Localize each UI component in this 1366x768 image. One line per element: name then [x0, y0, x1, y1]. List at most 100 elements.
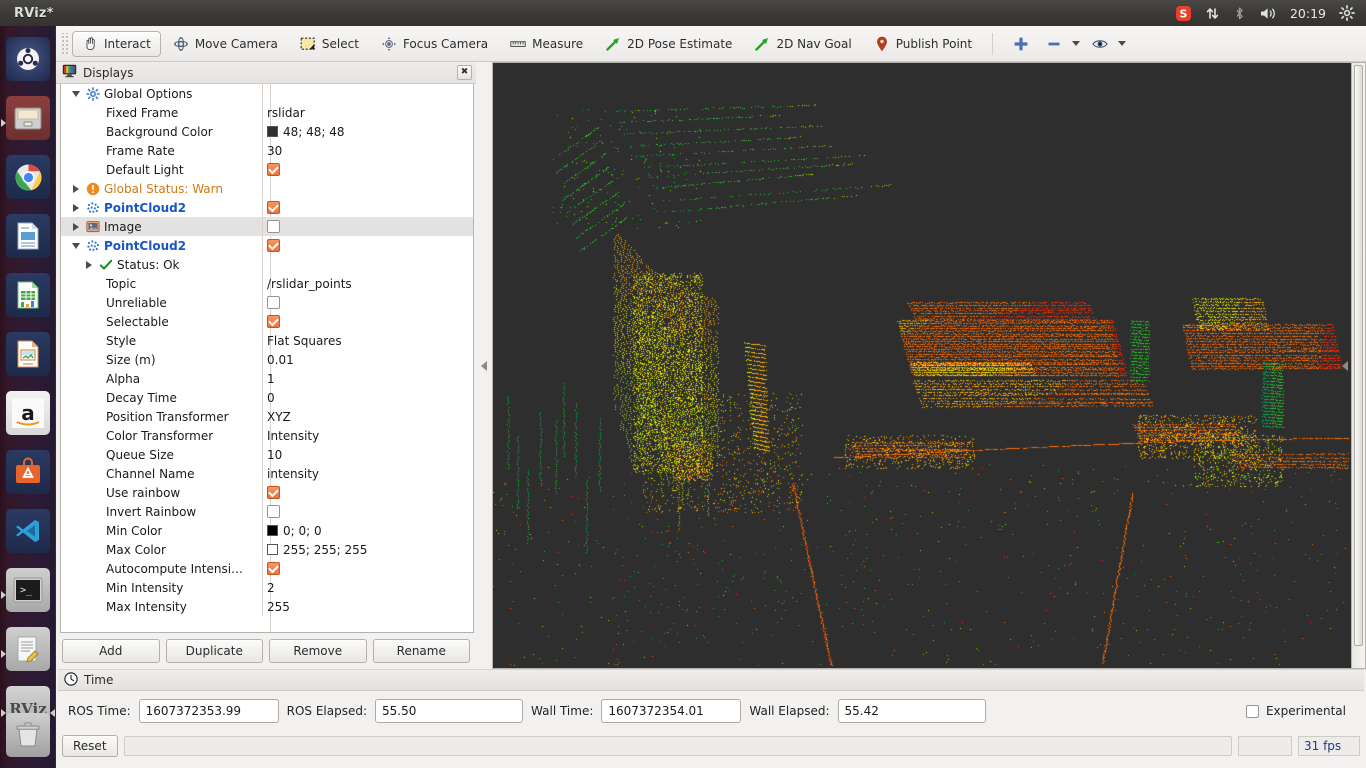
tree-row-value-cell[interactable]: 30: [262, 141, 473, 160]
tree-row-value-cell[interactable]: Flat Squares: [262, 331, 473, 350]
tree-row-min-intensity[interactable]: Min Intensity 2: [61, 578, 473, 597]
launcher-item-trash[interactable]: [0, 708, 56, 762]
volume-icon[interactable]: [1259, 0, 1277, 26]
view-scrollbar[interactable]: [1351, 63, 1365, 668]
chevron-right-icon[interactable]: [82, 260, 95, 269]
tool-measure-button[interactable]: Measure: [500, 31, 593, 57]
tree-row-global-status-warn[interactable]: Global Status: Warn: [61, 179, 473, 198]
tool-pose-estimate-button[interactable]: 2D Pose Estimate: [595, 31, 742, 57]
add-tool-button[interactable]: [1003, 31, 1039, 57]
chevron-down-icon[interactable]: [1118, 41, 1127, 46]
tree-row-checkbox[interactable]: [267, 220, 280, 233]
tool-interact-button[interactable]: Interact: [72, 30, 161, 57]
wall-elapsed-input[interactable]: 55.42: [837, 699, 986, 723]
color-swatch[interactable]: [267, 544, 278, 555]
tree-row-decay-time[interactable]: Decay Time 0: [61, 388, 473, 407]
duplicate-display-button[interactable]: Duplicate: [165, 639, 263, 663]
launcher-item-libreoffice-writer[interactable]: [0, 214, 56, 268]
right-panel-splitter[interactable]: [1339, 63, 1351, 668]
launcher-item-ubuntu-dash[interactable]: [0, 37, 56, 91]
tree-row-max-intensity[interactable]: Max Intensity 255: [61, 597, 473, 616]
wall-time-input[interactable]: 1607372354.01: [601, 699, 742, 723]
ros-elapsed-input[interactable]: 55.50: [375, 699, 524, 723]
bluetooth-icon[interactable]: [1233, 0, 1246, 26]
rename-display-button[interactable]: Rename: [372, 639, 470, 663]
tree-row-topic[interactable]: Topic/rslidar_points: [61, 274, 473, 293]
tree-row-checkbox[interactable]: [267, 562, 280, 575]
tree-row-value-cell[interactable]: 1: [262, 369, 473, 388]
tree-row-max-color[interactable]: Max Color 255; 255; 255: [61, 540, 473, 559]
tree-row-style[interactable]: Style Flat Squares: [61, 331, 473, 350]
tree-row-status-ok[interactable]: Status: Ok: [61, 255, 473, 274]
tree-row-checkbox[interactable]: [267, 163, 280, 176]
tree-row-min-color[interactable]: Min Color 0; 0; 0: [61, 521, 473, 540]
tool-nav-goal-button[interactable]: 2D Nav Goal: [744, 31, 861, 57]
chevron-down-icon[interactable]: [69, 90, 82, 97]
launcher-item-libreoffice-calc[interactable]: [0, 273, 56, 327]
tree-row-position-transformer[interactable]: Position Transformer XYZ: [61, 407, 473, 426]
tree-row-checkbox[interactable]: [267, 239, 280, 252]
render-view-3d[interactable]: [492, 62, 1366, 669]
launcher-item-text-editor[interactable]: [0, 627, 56, 681]
panel-splitter[interactable]: [476, 62, 492, 669]
chevron-down-icon[interactable]: [1072, 41, 1081, 46]
tree-row-image[interactable]: Image: [61, 217, 473, 236]
tree-row-value-cell[interactable]: [262, 160, 473, 179]
tool-move-camera-button[interactable]: Move Camera: [163, 31, 288, 57]
scrollbar-thumb[interactable]: [1354, 65, 1363, 646]
tree-row-value-cell[interactable]: 255: [262, 597, 473, 616]
tree-row-queue-size[interactable]: Queue Size 10: [61, 445, 473, 464]
tree-row-value-cell[interactable]: [262, 198, 473, 217]
remove-display-button[interactable]: Remove: [269, 639, 367, 663]
launcher-item-files[interactable]: [0, 96, 56, 150]
tree-row-channel-name[interactable]: Channel Name intensity: [61, 464, 473, 483]
close-icon[interactable]: ✖: [457, 65, 472, 80]
tree-row-checkbox[interactable]: [267, 505, 280, 518]
tree-row-value-cell[interactable]: 0: [262, 388, 473, 407]
tree-row-value-cell[interactable]: rslidar: [262, 103, 473, 122]
tool-select-button[interactable]: Select: [290, 31, 369, 57]
experimental-toggle[interactable]: Experimental: [1245, 704, 1354, 718]
tree-row-alpha[interactable]: Alpha 1: [61, 369, 473, 388]
tree-row-fixed-frame[interactable]: Fixed Frame rslidar: [61, 103, 473, 122]
splitter-expand-icon[interactable]: [1342, 360, 1348, 371]
pointcloud-canvas[interactable]: [493, 63, 1349, 666]
tree-row-checkbox[interactable]: [267, 486, 280, 499]
experimental-checkbox[interactable]: [1245, 704, 1259, 718]
tree-row-size-m[interactable]: Size (m) 0.01: [61, 350, 473, 369]
launcher-item-vscode[interactable]: [0, 509, 56, 563]
tree-row-value-cell[interactable]: [262, 559, 473, 578]
tree-row-value-cell[interactable]: 2: [262, 578, 473, 597]
tool-focus-camera-button[interactable]: Focus Camera: [371, 31, 498, 57]
chevron-down-icon[interactable]: [69, 242, 82, 249]
tree-row-autocompute-intensity[interactable]: Autocompute Intensi…: [61, 559, 473, 578]
tree-row-checkbox[interactable]: [267, 296, 280, 309]
tree-row-value-cell[interactable]: 10: [262, 445, 473, 464]
tree-row-value-cell[interactable]: [262, 236, 473, 255]
ros-time-input[interactable]: 1607372353.99: [138, 699, 279, 723]
tree-row-value-cell[interactable]: [262, 312, 473, 331]
tree-row-value-cell[interactable]: intensity: [262, 464, 473, 483]
chevron-right-icon[interactable]: [69, 203, 82, 212]
visibility-button[interactable]: [1087, 31, 1131, 57]
chevron-right-icon[interactable]: [69, 222, 82, 231]
tree-row-background-color[interactable]: Background Color 48; 48; 48: [61, 122, 473, 141]
tree-row-invert-rainbow[interactable]: Invert Rainbow: [61, 502, 473, 521]
tree-row-global-options[interactable]: Global Options: [61, 84, 473, 103]
tree-row-value-cell[interactable]: 48; 48; 48: [262, 122, 473, 141]
tree-row-value-cell[interactable]: XYZ: [262, 407, 473, 426]
splitter-collapse-icon[interactable]: [481, 360, 487, 371]
network-icon[interactable]: [1205, 0, 1220, 26]
tree-row-pointcloud2-2[interactable]: PointCloud2: [61, 236, 473, 255]
tree-row-value-cell[interactable]: Intensity: [262, 426, 473, 445]
displays-tree[interactable]: Global Options Fixed Frame rslidar Backgrou…: [60, 84, 474, 633]
tree-row-checkbox[interactable]: [267, 201, 280, 214]
tree-row-value-cell[interactable]: 0; 0; 0: [262, 521, 473, 540]
tree-row-value-cell[interactable]: [262, 502, 473, 521]
remove-tool-button[interactable]: [1041, 31, 1085, 57]
tree-row-use-rainbow[interactable]: Use rainbow: [61, 483, 473, 502]
launcher-item-chrome[interactable]: [0, 155, 56, 209]
tree-row-value-cell[interactable]: [262, 293, 473, 312]
sogou-input-icon[interactable]: S: [1175, 0, 1192, 26]
add-display-button[interactable]: Add: [62, 639, 160, 663]
